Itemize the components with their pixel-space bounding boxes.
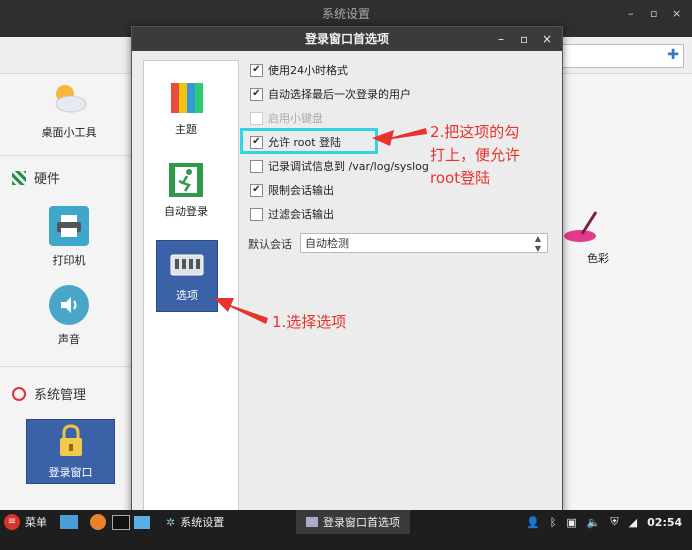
taskbar: ≡ 菜单 ✲ 系统设置 登录窗口首选项 👤 ᛒ ▣ 🔈 ⛨ ◢ 02:54 ▏ [0,510,692,550]
volume-icon[interactable]: 🔈 [587,516,601,529]
menu-label: 菜单 [25,516,47,529]
taskbar-system-settings[interactable]: ✲ 系统设置 [166,510,224,534]
taskbar-login-prefs[interactable]: 登录窗口首选项 [296,510,410,534]
settings-gear-icon: ✲ [166,515,176,529]
taskbar-settings-label: 系统设置 [180,516,225,529]
menu-icon: ≡ [4,514,20,530]
bluetooth-icon[interactable]: ᛒ [550,516,557,529]
launcher-file-manager[interactable] [134,510,150,534]
notification-icon[interactable]: ▣ [566,516,576,529]
annotation-step2-line2: 打上，便允许 [430,146,521,164]
firefox-icon [90,514,106,530]
shield-icon[interactable]: ⛨ [610,515,618,529]
menu-button[interactable]: ≡ 菜单 [4,510,47,534]
launcher-terminal[interactable] [112,510,130,534]
terminal-icon [112,514,130,530]
annotation-step2-line3: root登陆 [430,169,491,187]
folder-icon [60,515,78,529]
launcher-firefox[interactable] [90,510,106,534]
window-icon [306,517,318,527]
annotation-step1: 1.选择选项 [272,313,347,331]
annotation-step2-line1: 2.把这项的勾 [430,123,520,141]
annotation-arrows [214,128,427,324]
arrow-head-root [372,130,394,146]
arrow-head-options [214,298,234,312]
launcher-files[interactable] [60,510,78,534]
user-icon[interactable]: 👤 [526,516,540,529]
folder-blue-icon [134,515,150,529]
network-icon[interactable]: ◢ [629,516,637,529]
taskbar-active-window-label: 登录窗口首选项 [323,516,400,529]
system-tray: 👤 ᛒ ▣ 🔈 ⛨ ◢ 02:54 ▏ [526,510,692,534]
clock[interactable]: 02:54 [647,516,682,529]
